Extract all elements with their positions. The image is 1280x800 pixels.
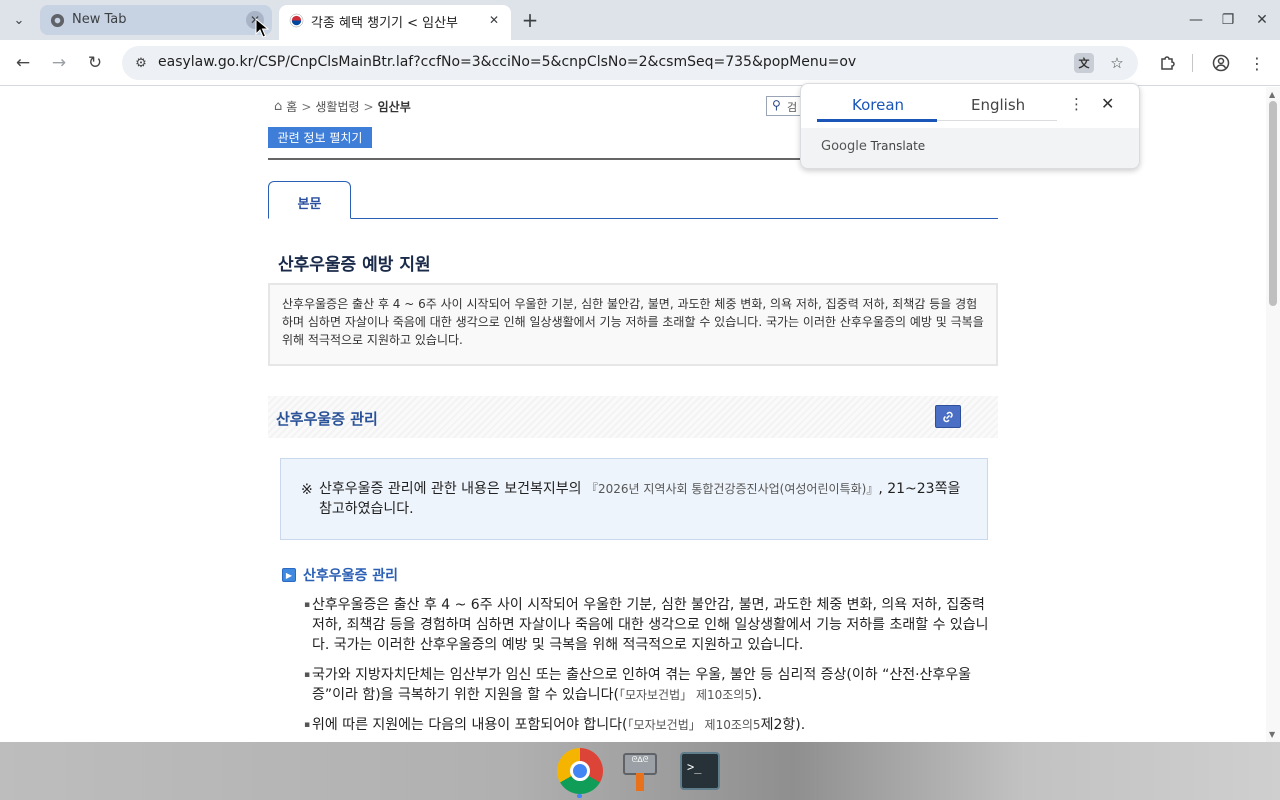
url-text[interactable]: easylaw.go.kr/CSP/CnpClsMainBtr.laf?ccfN… [158, 54, 856, 70]
notice-text: 산후우울증 관리에 관한 내용은 보건복지부의 『2026년 지역사회 통합건강… [319, 481, 961, 517]
search-icon[interactable]: ⚲ [772, 98, 781, 112]
bullet-list: 산후우울증은 출산 후 4 ~ 6주 사이 시작되어 우울한 기분, 심한 불안… [304, 595, 990, 742]
google-translate-brand: Google Translate [821, 139, 926, 154]
scroll-down-icon[interactable]: ▼ [1269, 730, 1275, 739]
section-title: 산후우울증 관리 [276, 410, 378, 428]
back-arrow-icon[interactable]: ← [10, 50, 36, 76]
text-editor-icon[interactable]: ᘓᐃᘓ [617, 748, 663, 794]
os-shelf: ᘓᐃᘓ >_ [0, 742, 1280, 800]
browser-toolbar: ← → ↻ ⚙ easylaw.go.kr/CSP/CnpClsMainBtr.… [0, 40, 1280, 86]
translate-popup: Korean English ⋮ ✕ Google Translate [800, 83, 1140, 169]
play-box-icon: ▶ [282, 568, 296, 582]
tab-active-page[interactable]: 각종 혜택 챙기기 < 임산부 ✕ [279, 5, 511, 40]
reload-icon[interactable]: ↻ [82, 50, 108, 76]
star-icon[interactable]: ☆ [1106, 52, 1128, 74]
chrome-favicon-icon [50, 13, 65, 28]
summary-box: 산후우울증은 출산 후 4 ~ 6주 사이 시작되어 우울한 기분, 심한 불안… [268, 283, 998, 366]
list-item: 국가와 지방자치단체는 임산부가 임신 또는 출산으로 인하여 겪는 우울, 불… [304, 665, 990, 705]
notice-box: ※ 산후우울증 관리에 관한 내용은 보건복지부의 『2026년 지역사회 통합… [280, 458, 988, 540]
window-close-icon[interactable]: ✕ [1250, 8, 1274, 32]
tab-new-tab[interactable]: New Tab ✕ [40, 5, 272, 35]
notice-mark: ※ [301, 482, 313, 498]
toolbar-divider [1192, 54, 1193, 72]
tab-search-chevron-icon[interactable]: ⌄ [6, 8, 32, 32]
list-item: 산후우울증은 출산 후 4 ~ 6주 사이 시작되어 우울한 기분, 심한 불안… [304, 595, 990, 655]
breadcrumb-current: 임산부 [377, 100, 411, 114]
kebab-menu-icon[interactable]: ⋮ [1244, 50, 1270, 76]
tab-divider [268, 218, 998, 219]
breadcrumb-home[interactable]: 홈 [286, 98, 297, 115]
search-partial-text: 검 [787, 101, 798, 114]
subsection-header: ▶ 산후우울증 관리 [282, 565, 398, 585]
related-info-button[interactable]: 관련 정보 펼치기 [268, 127, 372, 148]
tab-close-icon[interactable]: ✕ [485, 11, 503, 29]
tab-body[interactable]: 본문 [268, 181, 351, 219]
list-item: 위에 따른 지원에는 다음의 내용이 포함되어야 합니다(「모자보건법」 제10… [304, 715, 990, 735]
breadcrumb: ⌂ 홈 > 생활법령 > 임산부 [274, 98, 411, 115]
breadcrumb-level1[interactable]: 생활법령 [315, 98, 359, 115]
mouse-cursor-icon [255, 18, 269, 38]
page-title: 산후우울증 예방 지원 [278, 255, 431, 275]
chrome-running-indicator [577, 794, 582, 798]
chrome-icon[interactable] [557, 748, 603, 794]
tab-strip: ⌄ New Tab ✕ 각종 혜택 챙기기 < 임산부 ✕ + — ❐ ✕ [0, 0, 1280, 40]
link-icon[interactable] [935, 405, 961, 428]
subsection-title: 산후우울증 관리 [303, 568, 399, 584]
tab-title: New Tab [72, 12, 127, 27]
minimize-icon[interactable]: — [1184, 8, 1208, 32]
profile-icon[interactable] [1208, 50, 1234, 76]
tab-underline [937, 120, 1057, 121]
breadcrumb-separator: > [301, 99, 312, 114]
puzzle-icon[interactable] [1154, 50, 1180, 76]
new-tab-button[interactable]: + [518, 8, 542, 32]
translate-options-icon[interactable]: ⋮ [1069, 95, 1084, 113]
forward-arrow-icon[interactable]: → [46, 50, 72, 76]
tab-title: 각종 혜택 챙기기 < 임산부 [311, 16, 459, 31]
active-tab-underline [817, 119, 937, 122]
law-reference-link[interactable]: 「모자보건법」 제10조의5 [628, 718, 761, 732]
translate-icon[interactable]: 文 [1074, 53, 1094, 73]
tune-icon[interactable]: ⚙ [130, 52, 152, 74]
maximize-icon[interactable]: ❐ [1216, 8, 1240, 32]
korea-flag-favicon-icon [289, 13, 304, 28]
breadcrumb-separator: > [363, 99, 374, 114]
address-bar[interactable]: ⚙ easylaw.go.kr/CSP/CnpClsMainBtr.laf?cc… [122, 46, 1138, 80]
page-scrollbar[interactable]: ▲ ▼ [1266, 87, 1280, 742]
law-reference-link[interactable]: 「모자보건법」 제10조의5 [619, 688, 752, 702]
scrollbar-thumb[interactable] [1269, 101, 1277, 306]
translate-source-tab[interactable]: Korean [852, 96, 904, 114]
home-icon[interactable]: ⌂ [274, 99, 282, 114]
notice-reference-link[interactable]: 『2026년 지역사회 통합건강증진사업(여성어린이특화)』 [586, 482, 878, 496]
page-content: ⌂ 홈 > 생활법령 > 임산부 ⚲ 검 관련 정보 펼치기 본문 산후우울증 … [0, 87, 1266, 742]
terminal-icon[interactable]: >_ [677, 748, 723, 794]
section-header: 산후우울증 관리 [268, 396, 998, 438]
translate-footer: Google Translate [801, 128, 1139, 168]
translate-close-icon[interactable]: ✕ [1101, 94, 1114, 113]
translate-target-tab[interactable]: English [971, 96, 1025, 114]
scroll-up-icon[interactable]: ▲ [1269, 90, 1275, 99]
